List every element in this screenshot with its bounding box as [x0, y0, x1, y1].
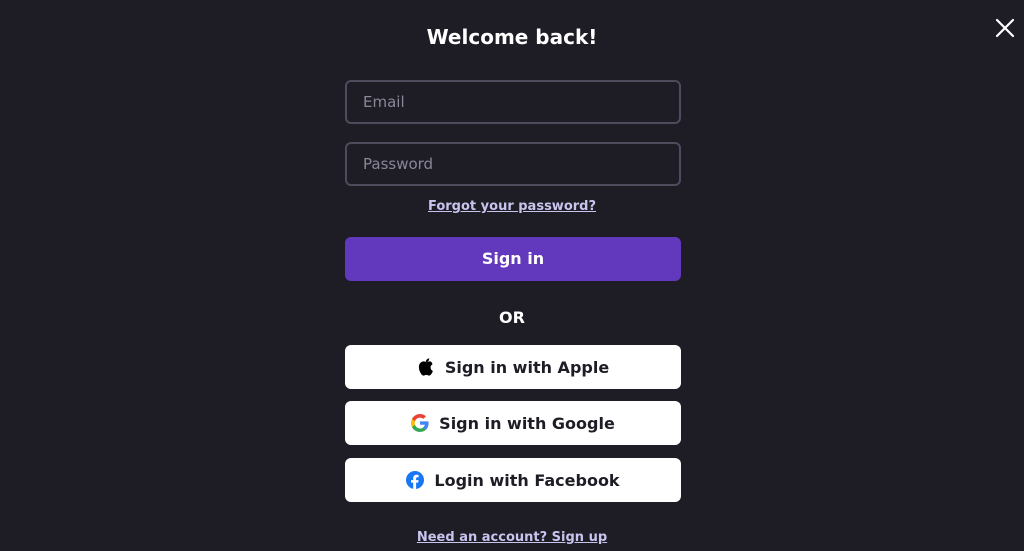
- or-divider: OR: [499, 308, 525, 327]
- sign-in-with-google-button[interactable]: Sign in with Google: [345, 401, 681, 445]
- forgot-password-link[interactable]: Forgot your password?: [0, 198, 1024, 216]
- apple-button-label: Sign in with Apple: [444, 357, 610, 377]
- facebook-button-label: Login with Facebook: [434, 470, 620, 490]
- sign-up-link[interactable]: Need an account? Sign up: [0, 529, 1024, 547]
- sign-up-label[interactable]: Need an account? Sign up: [417, 530, 607, 545]
- apple-icon: [417, 358, 435, 376]
- forgot-password-label[interactable]: Forgot your password?: [428, 199, 596, 214]
- facebook-icon: [406, 471, 425, 489]
- sign-in-button[interactable]: Sign in: [345, 237, 681, 281]
- email-field[interactable]: [345, 80, 681, 124]
- dialog-title: Welcome back!: [426, 25, 598, 49]
- google-button-label: Sign in with Google: [439, 413, 615, 433]
- login-dialog: Welcome back! Forgot your password? Sign…: [0, 0, 1024, 551]
- sign-in-with-apple-button[interactable]: Sign in with Apple: [345, 345, 681, 389]
- login-with-facebook-button[interactable]: Login with Facebook: [345, 458, 681, 502]
- google-icon: [411, 414, 429, 432]
- password-field[interactable]: [345, 142, 681, 186]
